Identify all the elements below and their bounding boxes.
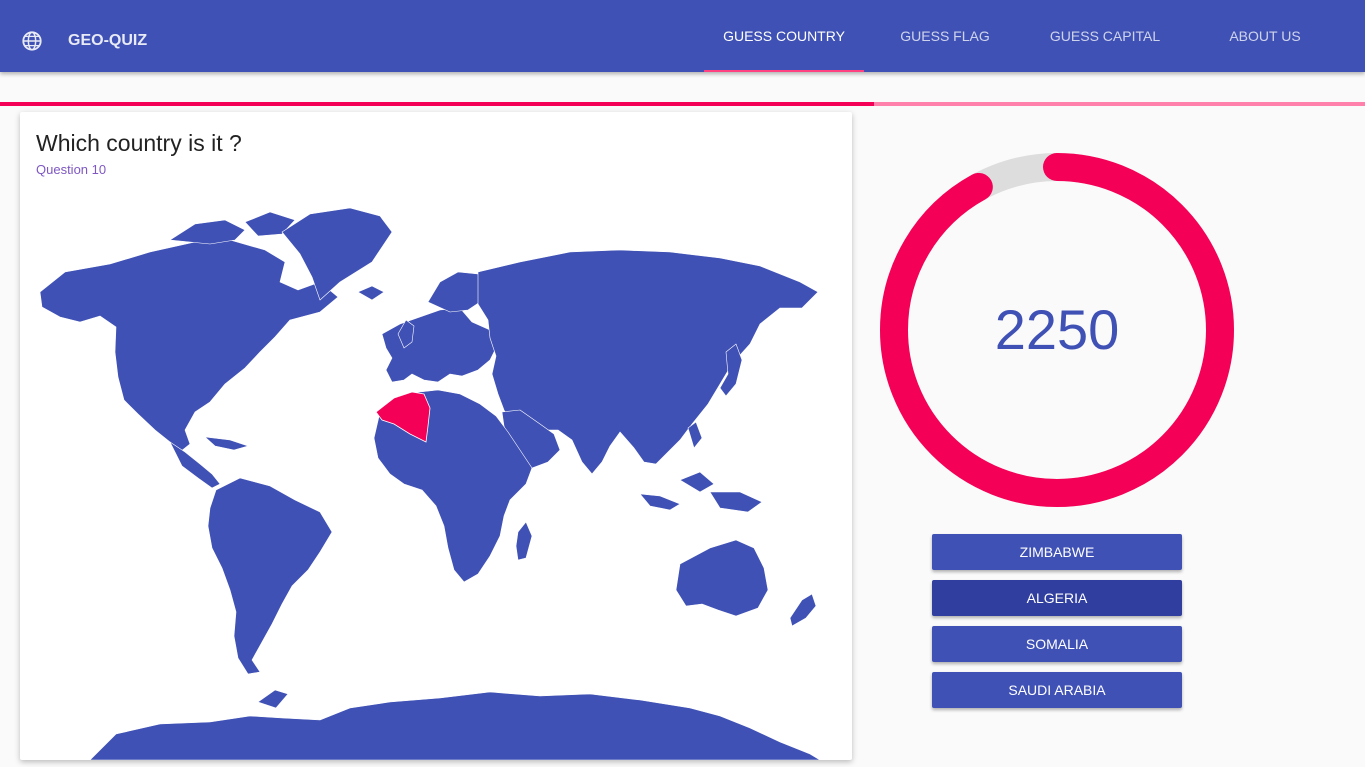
world-map[interactable]	[20, 192, 852, 760]
quiz-progress-bar	[0, 102, 1365, 106]
answer-option-algeria[interactable]: ALGERIA	[932, 580, 1182, 616]
score-value: 2250	[994, 298, 1120, 361]
tab-guess-flag[interactable]: GUESS FLAG	[865, 0, 1025, 72]
score-ring: 2250	[880, 153, 1234, 507]
globe-icon[interactable]	[21, 30, 43, 52]
map-europe	[381, 307, 499, 383]
app-toolbar: GEO-QUIZ GUESS COUNTRY GUESS FLAG GUESS …	[0, 0, 1365, 72]
tab-about-us[interactable]: ABOUT US	[1185, 0, 1345, 72]
answer-option-saudi-arabia[interactable]: SAUDI ARABIA	[932, 672, 1182, 708]
question-number: Question 10	[36, 162, 107, 177]
map-south-america	[207, 477, 333, 675]
answer-option-somalia[interactable]: SOMALIA	[932, 626, 1182, 662]
map-greenland	[281, 207, 393, 301]
quiz-progress-fill	[0, 102, 874, 106]
question-card: Which country is it ? Question 10	[20, 112, 852, 760]
question-title: Which country is it ?	[36, 130, 242, 156]
tab-guess-capital[interactable]: GUESS CAPITAL	[1025, 0, 1185, 72]
map-antarctica	[89, 691, 821, 760]
map-australia	[675, 539, 769, 617]
answer-option-zimbabwe[interactable]: ZIMBABWE	[932, 534, 1182, 570]
map-north-america	[39, 239, 339, 453]
app-title[interactable]: GEO-QUIZ	[68, 32, 147, 50]
tab-guess-country[interactable]: GUESS COUNTRY	[704, 0, 864, 72]
